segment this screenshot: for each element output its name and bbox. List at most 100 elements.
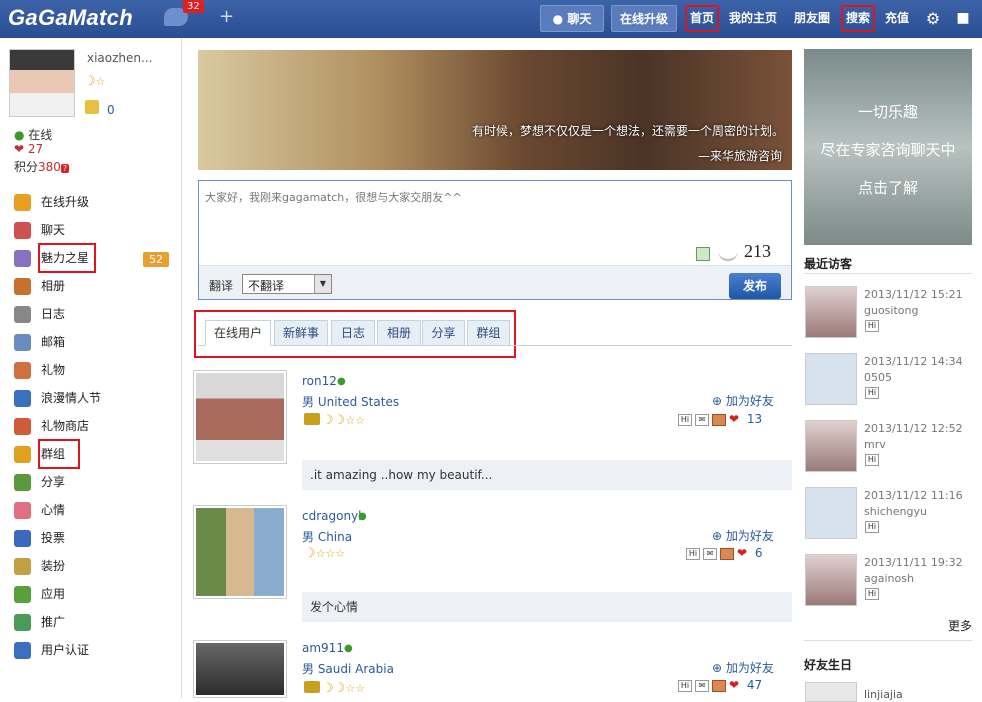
add-friend-button[interactable]: ⊕ 加为好友: [712, 392, 774, 409]
sidebar-item[interactable]: 心情: [14, 498, 65, 522]
charm-star-badge: 52: [143, 252, 169, 267]
feed-username[interactable]: ron12: [302, 374, 337, 388]
visitor-photo[interactable]: [805, 554, 857, 606]
visitors-more-link[interactable]: 更多: [948, 617, 972, 634]
mail-icon[interactable]: ✉: [703, 547, 717, 560]
highlight-box: [38, 243, 96, 273]
visitor-photo[interactable]: [805, 420, 857, 472]
promo-ad[interactable]: 一切乐趣 尽在专家咨询聊天中 点击了解: [804, 49, 972, 245]
visitor-username[interactable]: mrv: [864, 438, 886, 451]
visitor-photo[interactable]: [805, 487, 857, 539]
banner-image[interactable]: 有时候，梦想不仅仅是一个想法，还需要一个周密的计划。 —来华旅游咨询: [198, 50, 792, 170]
gift-icon[interactable]: [712, 679, 726, 692]
add-friend-icon[interactable]: +: [219, 7, 243, 29]
sidebar-item[interactable]: 投票: [14, 526, 65, 550]
online-user-icon: ●: [344, 643, 353, 654]
heart-icon[interactable]: ❤: [737, 546, 747, 560]
mail-icon[interactable]: ✉: [695, 413, 709, 426]
user-photo-am911[interactable]: [193, 640, 287, 698]
feed-username[interactable]: am911: [302, 641, 344, 655]
user-photo-cdragonyl[interactable]: [193, 505, 287, 599]
tab-news[interactable]: 新鲜事: [274, 320, 328, 346]
profile-username[interactable]: xiaozhen...: [87, 51, 152, 65]
nav-my-page[interactable]: 我的主页: [724, 5, 782, 32]
sidebar-item-label: 日志: [41, 307, 66, 321]
visitor-photo[interactable]: [805, 353, 857, 405]
sidebar-item[interactable]: 礼物商店: [14, 414, 89, 438]
avatar[interactable]: [9, 49, 75, 117]
add-friend-icon: ⊕: [712, 661, 726, 675]
site-logo[interactable]: GaGaMatch: [8, 5, 133, 31]
translate-select[interactable]: 不翻译 ▼: [242, 274, 332, 294]
online-status: ● 在线: [14, 128, 53, 142]
nav-friends-circle[interactable]: 朋友圈: [788, 5, 836, 32]
insert-image-icon[interactable]: [696, 247, 710, 261]
group-icon: [14, 446, 31, 463]
sidebar-item[interactable]: 礼物: [14, 358, 65, 382]
visitor-photo[interactable]: [805, 286, 857, 338]
say-hi-icon[interactable]: Hi: [865, 521, 879, 533]
action-icons: Hi ✉ ❤ 47: [678, 678, 762, 692]
say-hi-icon[interactable]: Hi: [678, 413, 692, 426]
sidebar-item[interactable]: 应用: [14, 582, 65, 606]
add-friend-button[interactable]: ⊕ 加为好友: [712, 527, 774, 544]
emoticon-icon[interactable]: [718, 245, 738, 261]
heart-icon[interactable]: ❤: [729, 678, 739, 692]
composer-textarea[interactable]: 大家好，我刚来gagamatch，很想与大家交朋友^^: [205, 189, 462, 205]
visitor-username[interactable]: guositong: [864, 304, 918, 317]
visitor-username[interactable]: shichengyu: [864, 505, 927, 518]
tab-share[interactable]: 分享: [422, 320, 465, 346]
crown-icon: [304, 681, 320, 693]
sidebar-item[interactable]: 邮箱: [14, 330, 65, 354]
birthday-friend-name[interactable]: linjiajia: [864, 688, 903, 701]
visitors-divider: [804, 273, 972, 274]
feed-username[interactable]: cdragonyl: [302, 509, 362, 523]
nav-recharge[interactable]: 充值: [880, 5, 914, 32]
mail-icon[interactable]: ✉: [695, 679, 709, 692]
tab-online-users[interactable]: 在线用户: [205, 320, 271, 346]
sidebar-item-label: 心情: [41, 503, 66, 517]
tab-diary[interactable]: 日志: [331, 320, 375, 346]
points-help-icon[interactable]: ?: [60, 164, 70, 173]
settings-gear-icon[interactable]: ⚙: [922, 5, 944, 32]
theme-shirt-icon[interactable]: ■: [952, 5, 974, 32]
sidebar-item[interactable]: 推广: [14, 610, 65, 634]
translate-label: 翻译: [209, 279, 234, 293]
say-hi-icon[interactable]: Hi: [865, 588, 879, 600]
diary-icon: [14, 306, 31, 323]
tab-groups[interactable]: 群组: [467, 320, 510, 346]
nav-home[interactable]: 首页: [685, 5, 719, 32]
crown-icon: [304, 413, 320, 425]
say-hi-icon[interactable]: Hi: [865, 387, 879, 399]
sidebar-item[interactable]: 日志: [14, 302, 65, 326]
birthday-friend-photo[interactable]: [805, 682, 857, 702]
sidebar-item[interactable]: 用户认证: [14, 638, 89, 662]
nav-chat[interactable]: ● 聊天: [540, 5, 604, 32]
visitor-username[interactable]: 0505: [864, 371, 892, 384]
gift-icon[interactable]: [720, 547, 734, 560]
sidebar-item[interactable]: 浪漫情人节: [14, 386, 101, 410]
sidebar-item[interactable]: 装扮: [14, 554, 65, 578]
add-friend-button[interactable]: ⊕ 加为好友: [712, 659, 774, 676]
sidebar-item[interactable]: 在线升级: [14, 190, 89, 214]
sidebar-item[interactable]: 聊天: [14, 218, 65, 242]
visitor-username[interactable]: againosh: [864, 572, 914, 585]
say-hi-icon[interactable]: Hi: [678, 679, 692, 692]
sidebar-item[interactable]: 相册: [14, 274, 65, 298]
publish-button[interactable]: 发布: [729, 273, 781, 299]
heart-icon: ❤: [14, 142, 28, 156]
action-icons: Hi ✉ ❤ 6: [686, 546, 763, 560]
gift-icon[interactable]: [712, 413, 726, 426]
say-hi-icon[interactable]: Hi: [865, 320, 879, 332]
heart-icon[interactable]: ❤: [729, 412, 739, 426]
tab-album[interactable]: 相册: [377, 320, 421, 346]
add-friend-icon: ⊕: [712, 529, 726, 543]
visit-time: 2013/11/11 19:32: [864, 556, 963, 569]
say-hi-icon[interactable]: Hi: [686, 547, 700, 560]
sidebar-item[interactable]: 分享: [14, 470, 65, 494]
say-hi-icon[interactable]: Hi: [865, 454, 879, 466]
nav-search[interactable]: 搜索: [841, 5, 875, 32]
nav-upgrade[interactable]: 在线升级: [611, 5, 677, 32]
sidebar-item-label: 推广: [41, 615, 66, 629]
user-photo-ron12[interactable]: [193, 370, 287, 464]
